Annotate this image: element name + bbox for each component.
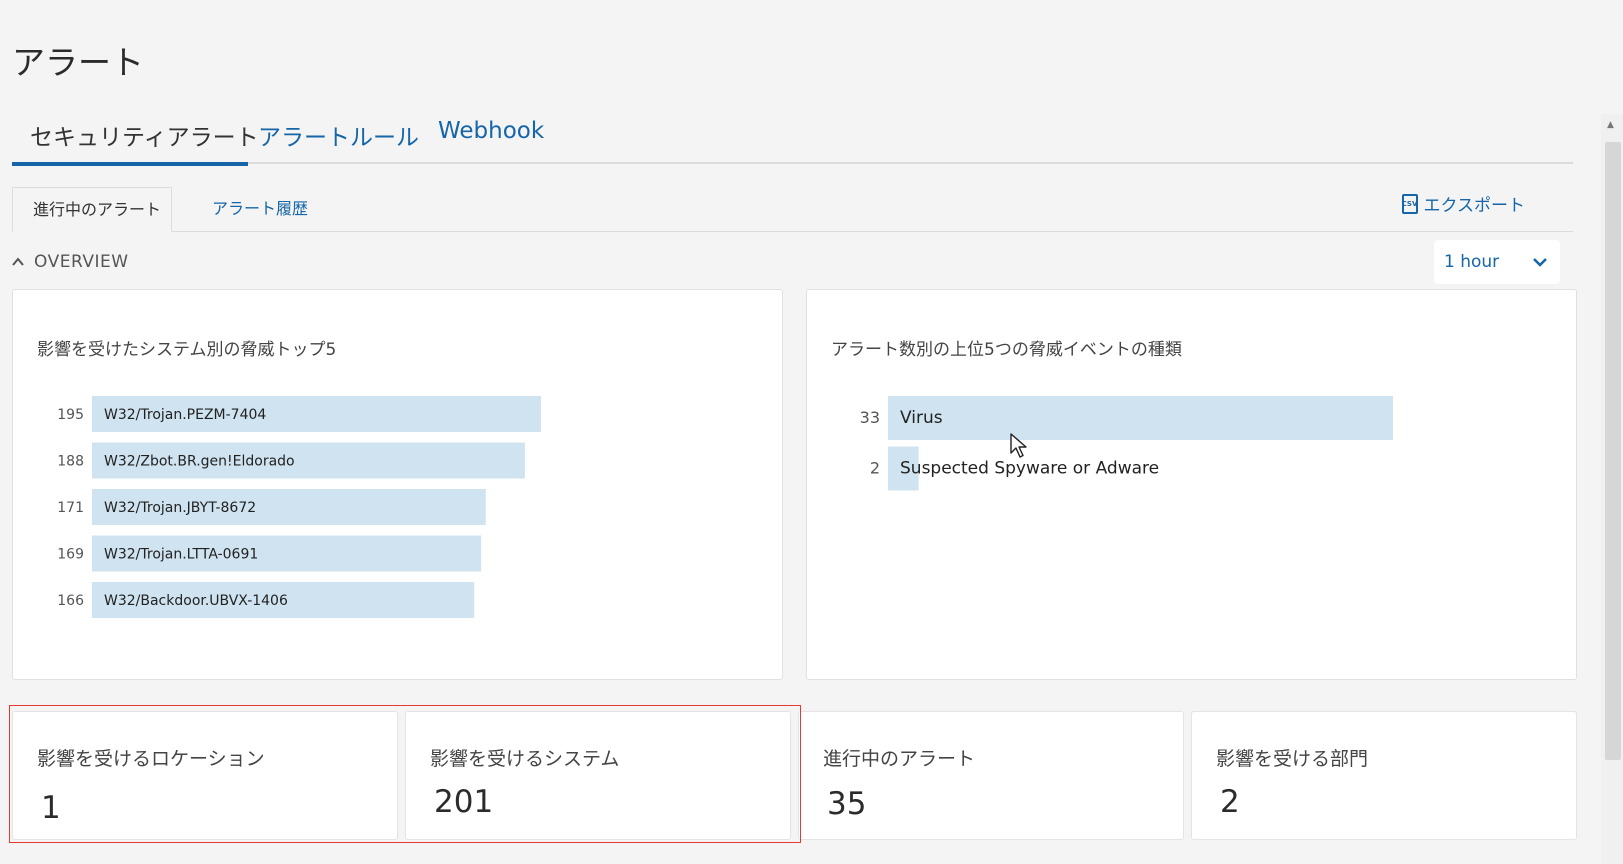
stat-value: 2 [1220,784,1240,820]
stat-label: 影響を受けるロケーション [37,748,265,770]
chevron-up-icon [12,257,24,266]
sub-tab-bar: 進行中のアラート アラート履歴 CSV エクスポート [12,187,1573,232]
stat-value: 201 [434,784,494,820]
threat-event-types-panel: アラート数別の上位5つの脅威イベントの種類 33 Virus 2 Suspected … [806,289,1577,680]
stat-card-departments[interactable]: 影響を受ける部門 2 [1191,711,1577,840]
export-button[interactable]: CSV エクスポート [1401,191,1526,216]
stat-card-active-alerts[interactable]: 進行中のアラート 35 [798,711,1184,840]
page-title: アラート [12,43,144,82]
bar-value-label: 2 [870,459,880,478]
tab-alert-rules[interactable]: アラートルール [258,118,419,152]
bar-value-label: 171 [57,500,84,516]
bar-value-label: 33 [860,408,880,427]
bar-category-label: W32/Trojan.LTTA-0691 [104,547,258,563]
tab-active-alerts[interactable]: 進行中のアラート [12,187,172,232]
bar-value-label: 169 [57,547,84,563]
tab-webhook[interactable]: Webhook [438,118,544,144]
bar-category-label: Suspected Spyware or Adware [900,459,1159,479]
stat-value: 35 [827,786,867,822]
stat-label: 進行中のアラート [823,748,976,770]
stat-label: 影響を受ける部門 [1216,748,1369,770]
threat-event-types-chart: 33 Virus 2 Suspected Spyware or Adware [860,396,1393,491]
mouse-cursor-icon [1010,433,1027,458]
main-tab-bar: セキュリティアラート アラートルール Webhook [12,108,1573,166]
chevron-down-icon [1533,258,1547,267]
stat-label: 影響を受けるシステム [430,748,620,770]
stat-value: 1 [41,790,61,826]
bar-category-label: Virus [900,408,943,428]
scroll-up-arrow-icon[interactable]: ▲ [1607,120,1614,130]
stat-card-locations[interactable]: 影響を受けるロケーション 1 [12,711,398,840]
bar-value-label: 188 [57,454,84,470]
bar-value-label: 166 [57,593,84,609]
tab-alert-history[interactable]: アラート履歴 [192,187,328,232]
time-range-value: 1 hour [1444,252,1500,272]
bar-value-label: 195 [57,407,84,423]
vertical-scrollbar[interactable]: ▲ [1601,114,1623,864]
export-label: エクスポート [1423,196,1526,216]
tab-security-alerts[interactable]: セキュリティアラート [30,118,259,152]
bar-category-label: W32/Trojan.PEZM-7404 [104,407,266,423]
bar-category-label: W32/Zbot.BR.gen!Eldorado [104,454,295,470]
threats-by-system-panel: 影響を受けたシステム別の脅威トップ5 195 W32/Trojan.PEZM-74… [12,289,783,680]
bar-category-label: W32/Trojan.JBYT-8672 [104,500,256,516]
threats-by-system-chart: 195 W32/Trojan.PEZM-7404 188 W32/Zbot.BR.ge… [57,396,541,618]
csv-file-icon: CSV [1401,193,1418,214]
stat-card-systems[interactable]: 影響を受けるシステム 201 [405,711,791,840]
overview-label: OVERVIEW [34,252,129,272]
overview-toggle[interactable]: OVERVIEW [12,252,129,272]
scrollbar-thumb[interactable] [1605,142,1621,760]
active-tab-indicator [12,162,248,166]
time-range-select[interactable]: 1 hour [1434,240,1560,284]
bar[interactable] [888,396,1393,440]
bar-category-label: W32/Backdoor.UBVX-1406 [104,593,288,609]
